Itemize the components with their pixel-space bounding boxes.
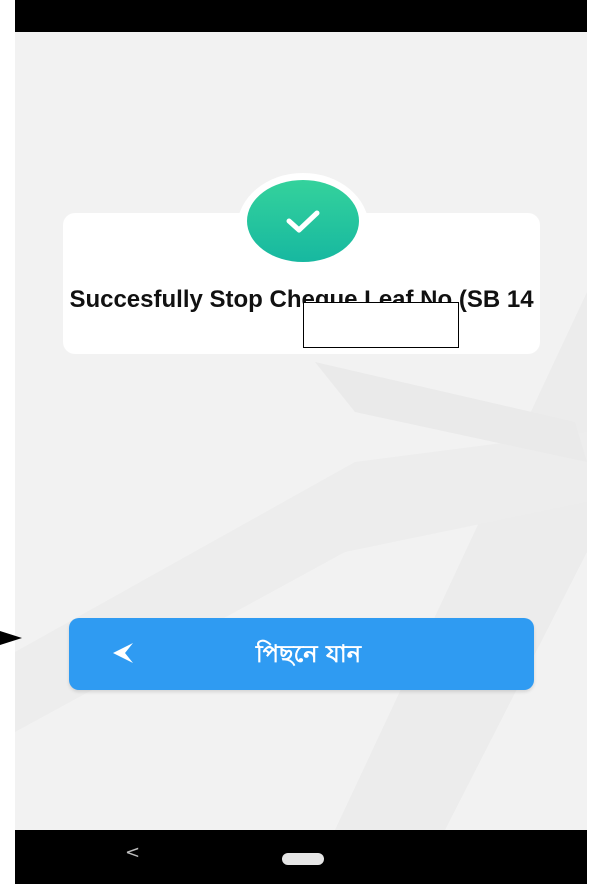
checkmark-icon — [286, 210, 320, 233]
home-pill-icon[interactable] — [282, 853, 324, 865]
redaction-box — [303, 302, 459, 348]
success-message: Succesfully Stop Cheque Leaf No (SB 14 — [69, 286, 534, 313]
background-watermark — [15, 292, 587, 830]
app-screen: Succesfully Stop Cheque Leaf No (SB 14 প… — [15, 0, 587, 884]
status-bar — [15, 0, 587, 32]
go-back-label: পিছনে যান — [255, 640, 362, 668]
go-back-button[interactable]: পিছনে যান — [69, 618, 534, 690]
system-nav-bar: < — [15, 830, 587, 884]
nav-back-button[interactable]: < — [125, 842, 140, 863]
check-circle-icon — [247, 180, 359, 262]
pointer-arrow-icon — [0, 631, 22, 645]
